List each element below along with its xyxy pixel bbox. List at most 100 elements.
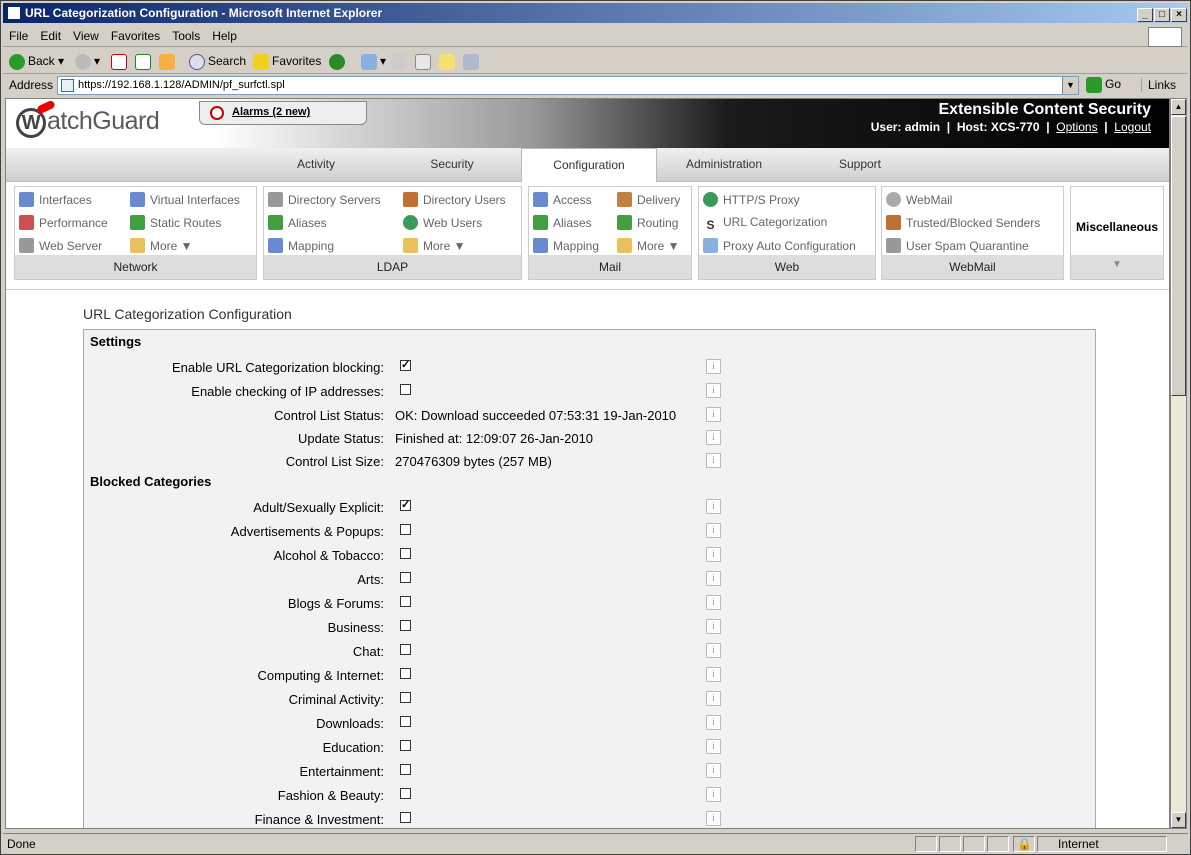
nav-miscellaneous[interactable]: Miscellaneous ▼ xyxy=(1070,186,1164,280)
logout-link[interactable]: Logout xyxy=(1114,120,1151,134)
category-label: Computing & Internet: xyxy=(257,668,384,683)
nav-routing[interactable]: Routing xyxy=(617,215,678,230)
tab-administration[interactable]: Administration xyxy=(659,157,789,171)
category-checkbox[interactable] xyxy=(400,668,411,679)
address-dropdown[interactable]: ▼ xyxy=(1062,77,1078,94)
enable-ip-checking-checkbox[interactable] xyxy=(400,384,411,395)
info-icon[interactable]: i xyxy=(706,691,721,706)
nav-webmail[interactable]: WebMail xyxy=(886,192,952,207)
favorites-button[interactable]: Favorites xyxy=(253,51,321,71)
links-button[interactable]: Links xyxy=(1141,78,1176,92)
messenger-button[interactable] xyxy=(463,51,482,71)
info-icon[interactable]: i xyxy=(706,763,721,778)
tab-activity[interactable]: Activity xyxy=(251,157,381,171)
info-icon[interactable]: i xyxy=(706,619,721,634)
menu-tools[interactable]: Tools xyxy=(166,25,206,47)
edit-button[interactable] xyxy=(415,51,434,71)
nav-mail-more[interactable]: More ▼ xyxy=(617,238,680,253)
info-icon[interactable]: i xyxy=(706,715,721,730)
alarms-tab[interactable]: Alarms (2 new) xyxy=(199,101,367,125)
nav-interfaces[interactable]: Interfaces xyxy=(19,192,92,207)
nav-https-proxy[interactable]: HTTP/S Proxy xyxy=(703,192,800,207)
go-button[interactable]: Go xyxy=(1086,77,1121,93)
options-link[interactable]: Options xyxy=(1056,120,1097,134)
info-icon[interactable]: i xyxy=(706,383,721,398)
scroll-up-button[interactable]: ▲ xyxy=(1171,99,1186,115)
nav-network-more[interactable]: More ▼ xyxy=(130,238,193,253)
info-icon[interactable]: i xyxy=(706,430,721,445)
home-button[interactable] xyxy=(159,51,178,71)
category-checkbox[interactable] xyxy=(400,524,411,535)
nav-static-routes[interactable]: Static Routes xyxy=(130,215,221,230)
history-button[interactable] xyxy=(329,51,348,71)
nav-mail-aliases[interactable]: Aliases xyxy=(533,215,592,230)
vertical-scrollbar[interactable]: ▲ ▼ xyxy=(1170,98,1187,829)
nav-web-users[interactable]: Web Users xyxy=(403,215,482,230)
category-checkbox[interactable] xyxy=(400,740,411,751)
nav-web-server[interactable]: Web Server xyxy=(19,238,102,253)
info-icon[interactable]: i xyxy=(706,359,721,374)
mail-button[interactable]: ▾ xyxy=(361,51,386,71)
info-icon[interactable]: i xyxy=(706,499,721,514)
tab-configuration[interactable]: Configuration xyxy=(521,148,657,183)
info-icon[interactable]: i xyxy=(706,547,721,562)
discuss-button[interactable] xyxy=(439,51,458,71)
scroll-thumb[interactable] xyxy=(1171,116,1186,396)
nav-ldap-aliases[interactable]: Aliases xyxy=(268,215,327,230)
refresh-button[interactable] xyxy=(135,51,154,71)
stop-button[interactable] xyxy=(111,51,130,71)
maximize-button[interactable]: □ xyxy=(1154,8,1170,22)
info-icon[interactable]: i xyxy=(706,453,721,468)
nav-ldap-more[interactable]: More ▼ xyxy=(403,238,466,253)
nav-delivery[interactable]: Delivery xyxy=(617,192,680,207)
nav-url-categorization[interactable]: S URL Categorization xyxy=(703,215,827,233)
nav-proxy-auto-configuration[interactable]: Proxy Auto Configuration xyxy=(703,238,856,253)
menu-favorites[interactable]: Favorites xyxy=(105,25,166,47)
nav-performance[interactable]: Performance xyxy=(19,215,108,230)
category-checkbox[interactable] xyxy=(400,644,411,655)
info-icon[interactable]: i xyxy=(706,667,721,682)
enable-url-categorization-checkbox[interactable]: ✓ xyxy=(400,360,411,371)
info-icon[interactable]: i xyxy=(706,523,721,538)
category-checkbox[interactable] xyxy=(400,716,411,727)
category-checkbox[interactable] xyxy=(400,788,411,799)
category-checkbox[interactable] xyxy=(400,596,411,607)
info-icon[interactable]: i xyxy=(706,571,721,586)
tab-security[interactable]: Security xyxy=(387,157,517,171)
nav-trusted-blocked-senders[interactable]: Trusted/Blocked Senders xyxy=(886,215,1040,230)
minimize-button[interactable]: _ xyxy=(1137,8,1153,22)
category-checkbox[interactable] xyxy=(400,572,411,583)
alarms-link[interactable]: Alarms (2 new) xyxy=(232,106,310,118)
category-checkbox[interactable] xyxy=(400,764,411,775)
address-input[interactable]: https://192.168.1.128/ADMIN/pf_surfctl.s… xyxy=(57,76,1079,95)
info-icon[interactable]: i xyxy=(706,787,721,802)
nav-user-spam-quarantine[interactable]: User Spam Quarantine xyxy=(886,238,1029,253)
nav-directory-servers[interactable]: Directory Servers xyxy=(268,192,381,207)
scroll-down-button[interactable]: ▼ xyxy=(1171,812,1186,828)
info-icon[interactable]: i xyxy=(706,595,721,610)
nav-mail-mapping[interactable]: Mapping xyxy=(533,238,599,253)
print-button[interactable] xyxy=(391,51,410,71)
info-icon[interactable]: i xyxy=(706,811,721,826)
search-button[interactable]: Search xyxy=(189,51,246,71)
category-checkbox[interactable] xyxy=(400,812,411,823)
info-icon[interactable]: i xyxy=(706,643,721,658)
nav-ldap-mapping[interactable]: Mapping xyxy=(268,238,334,253)
nav-directory-users[interactable]: Directory Users xyxy=(403,192,506,207)
menu-file[interactable]: File xyxy=(3,25,34,47)
tab-support[interactable]: Support xyxy=(795,157,925,171)
category-checkbox[interactable] xyxy=(400,620,411,631)
close-button[interactable]: × xyxy=(1171,8,1187,22)
menu-help[interactable]: Help xyxy=(206,25,243,47)
nav-virtual-interfaces[interactable]: Virtual Interfaces xyxy=(130,192,240,207)
category-checkbox[interactable] xyxy=(400,692,411,703)
info-icon[interactable]: i xyxy=(706,407,721,422)
category-checkbox[interactable] xyxy=(400,548,411,559)
category-checkbox[interactable]: ✓ xyxy=(400,500,411,511)
menu-edit[interactable]: Edit xyxy=(34,25,67,47)
back-button[interactable]: Back ▾ xyxy=(9,51,64,71)
info-icon[interactable]: i xyxy=(706,739,721,754)
nav-mail-access[interactable]: Access xyxy=(533,192,592,207)
forward-button[interactable]: ▾ xyxy=(75,51,100,71)
menu-view[interactable]: View xyxy=(67,25,105,47)
